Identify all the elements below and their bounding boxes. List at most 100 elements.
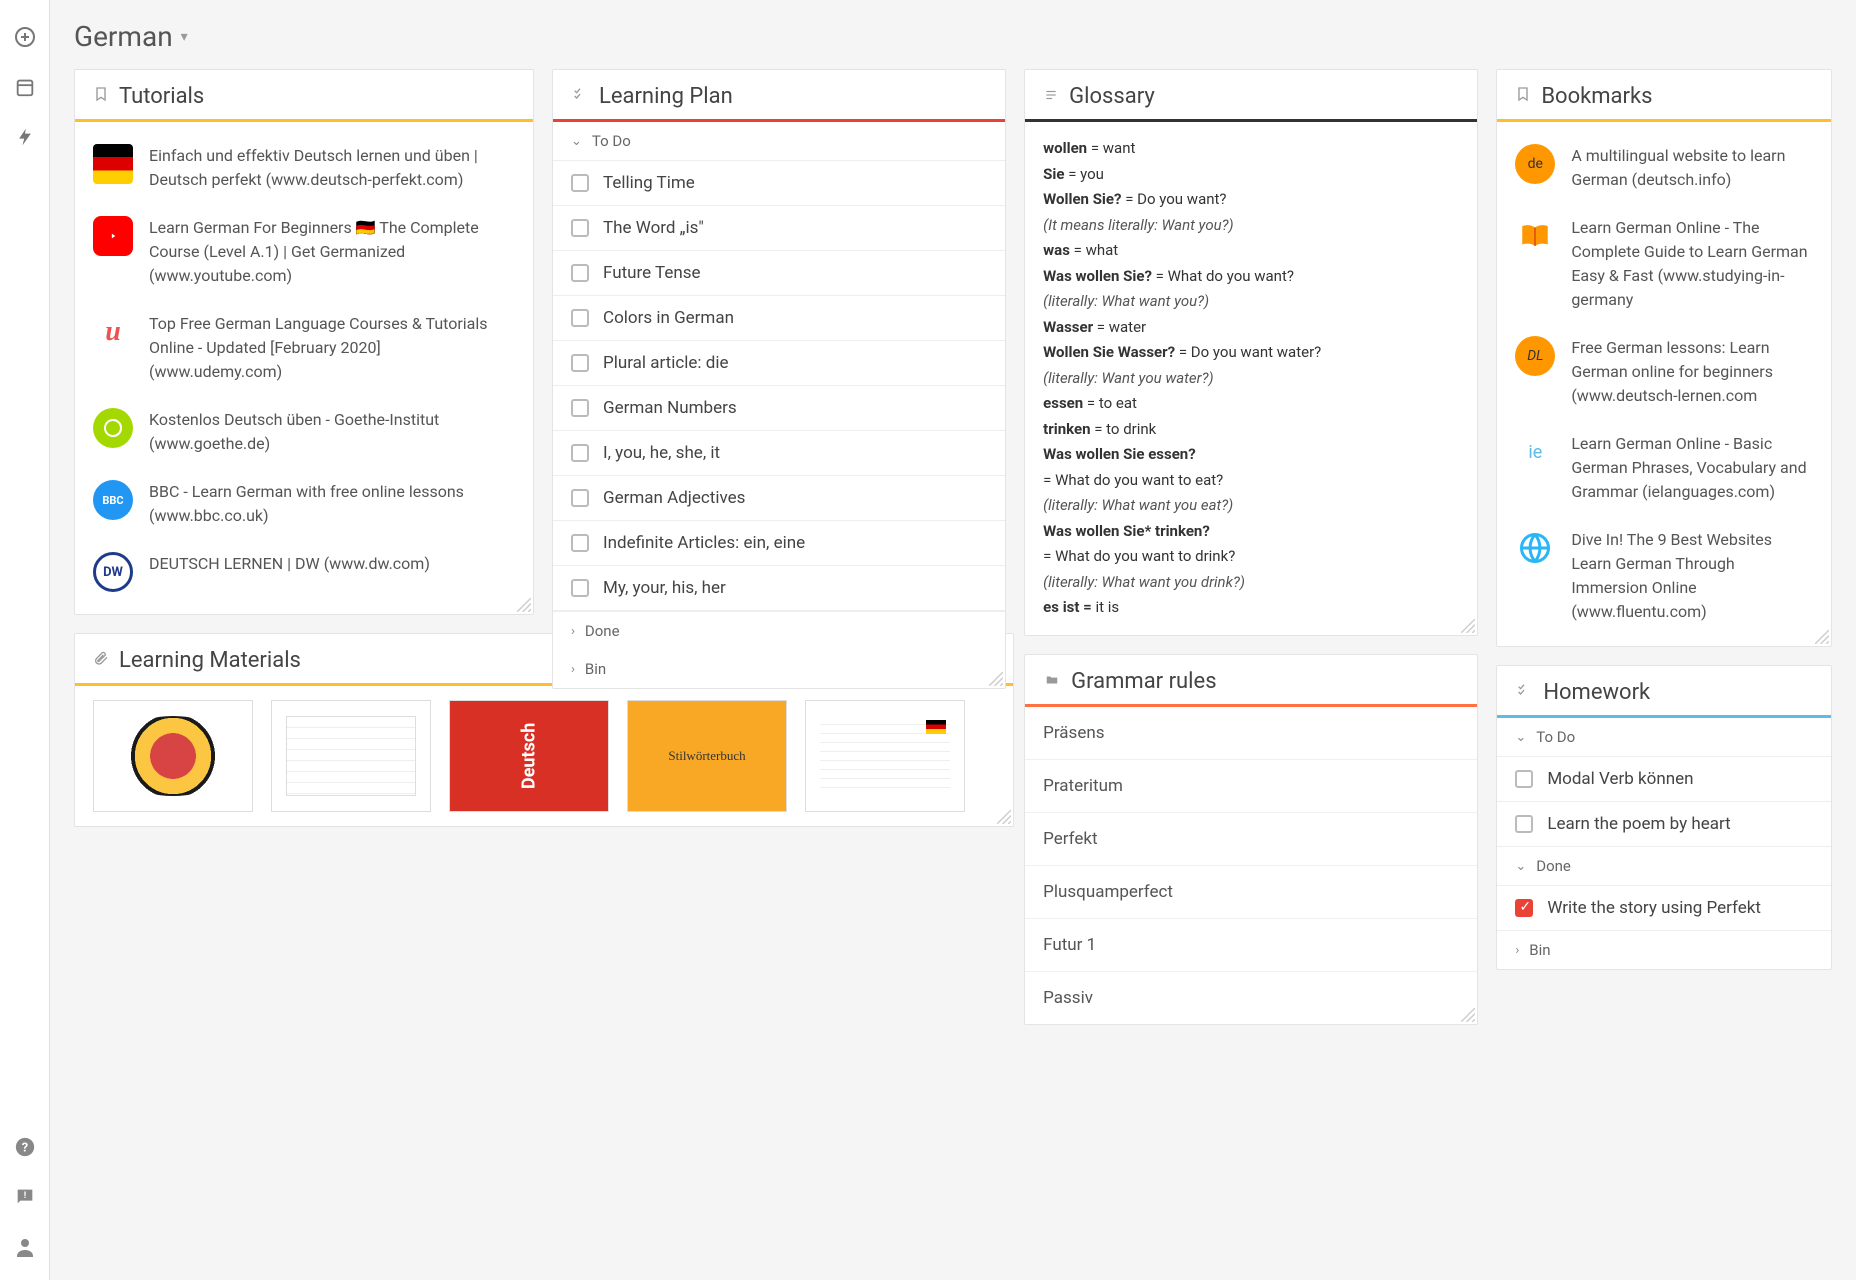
task-item[interactable]: Plural article: die	[553, 340, 1005, 385]
task-item[interactable]: German Adjectives	[553, 475, 1005, 520]
folder-icon	[1043, 671, 1061, 692]
site-icon: ie	[1515, 432, 1555, 472]
germany-flag-icon	[93, 144, 133, 184]
bookmark-item[interactable]: Learn German Online - The Complete Guide…	[1497, 204, 1831, 324]
checkbox[interactable]	[571, 354, 589, 372]
task-item[interactable]: The Word „is"	[553, 205, 1005, 250]
left-sidebar: ? !	[0, 0, 50, 1280]
tutorial-item[interactable]: Einfach und effektiv Deutsch lernen und …	[75, 132, 533, 204]
bookmark-item[interactable]: ie Learn German Online - Basic German Ph…	[1497, 420, 1831, 516]
checkbox[interactable]	[571, 309, 589, 327]
learning-plan-title: Learning Plan	[599, 84, 733, 109]
task-item[interactable]: Future Tense	[553, 250, 1005, 295]
checkbox[interactable]	[571, 489, 589, 507]
chevron-right-icon: ›	[1515, 943, 1519, 958]
task-item[interactable]: Write the story using Perfekt	[1497, 885, 1831, 930]
material-thumbnail[interactable]	[93, 700, 253, 812]
task-item[interactable]: Learn the poem by heart	[1497, 801, 1831, 846]
tutorial-item[interactable]: u Top Free German Language Courses & Tut…	[75, 300, 533, 396]
task-item[interactable]: Indefinite Articles: ein, eine	[553, 520, 1005, 565]
goethe-icon	[93, 408, 133, 448]
bookmark-icon	[1515, 85, 1531, 108]
grammar-card: Grammar rules PräsensPrateritumPerfektPl…	[1024, 654, 1478, 1025]
homework-title: Homework	[1543, 680, 1650, 705]
learning-plan-card: Learning Plan ⌄ To Do Telling TimeThe Wo…	[552, 69, 1006, 689]
tutorial-item[interactable]: Kostenlos Deutsch üben - Goethe-Institut…	[75, 396, 533, 468]
youtube-icon	[93, 216, 133, 256]
svg-text:!: !	[23, 1191, 25, 1201]
materials-title: Learning Materials	[119, 648, 301, 673]
page-title-dropdown-icon[interactable]: ▾	[181, 29, 188, 45]
checklist-icon	[571, 86, 589, 107]
chevron-down-icon: ⌄	[1515, 859, 1526, 874]
checkbox[interactable]	[571, 264, 589, 282]
task-item[interactable]: Colors in German	[553, 295, 1005, 340]
page-title[interactable]: German	[74, 20, 173, 53]
tutorial-item[interactable]: DW DEUTSCH LERNEN | DW (www.dw.com)	[75, 540, 533, 604]
material-thumbnail[interactable]	[805, 700, 965, 812]
site-icon: de	[1515, 144, 1555, 184]
bookmark-item[interactable]: Dive In! The 9 Best Websites Learn Germa…	[1497, 516, 1831, 636]
udemy-icon: u	[93, 312, 133, 352]
add-icon[interactable]	[12, 24, 38, 50]
glossary-title: Glossary	[1069, 84, 1155, 109]
account-icon[interactable]	[12, 1234, 38, 1260]
material-thumbnail[interactable]: Stilwörterbuch	[627, 700, 787, 812]
grammar-item[interactable]: Passiv	[1025, 971, 1477, 1024]
section-bin[interactable]: › Bin	[553, 650, 1005, 688]
section-bin[interactable]: › Bin	[1497, 930, 1831, 969]
tutorials-title: Tutorials	[119, 84, 204, 109]
checkbox[interactable]	[1515, 770, 1533, 788]
grammar-item[interactable]: Perfekt	[1025, 812, 1477, 865]
main-content: German ▾ Tutorials Ei	[50, 0, 1856, 1280]
book-icon	[1515, 216, 1555, 256]
bookmarks-title: Bookmarks	[1541, 84, 1652, 109]
grammar-item[interactable]: Futur 1	[1025, 918, 1477, 971]
glossary-card: Glossary wollen = wantSie = youWollen Si…	[1024, 69, 1478, 636]
dw-icon: DW	[93, 552, 133, 592]
checkbox[interactable]	[571, 174, 589, 192]
grammar-item[interactable]: Präsens	[1025, 707, 1477, 759]
section-done[interactable]: ⌄ Done	[1497, 846, 1831, 885]
bookmark-item[interactable]: de A multilingual website to learn Germa…	[1497, 132, 1831, 204]
tutorial-item[interactable]: Learn German For Beginners 🇩🇪 The Comple…	[75, 204, 533, 300]
bookmark-item[interactable]: DL Free German lessons: Learn German onl…	[1497, 324, 1831, 420]
section-done[interactable]: › Done	[553, 611, 1005, 650]
note-icon	[1043, 86, 1059, 107]
task-item[interactable]: Modal Verb können	[1497, 756, 1831, 801]
checkbox[interactable]	[571, 534, 589, 552]
task-item[interactable]: My, your, his, her	[553, 565, 1005, 611]
checklist-icon	[1515, 682, 1533, 703]
bbc-icon: BBC	[93, 480, 133, 520]
bookmark-icon	[93, 85, 109, 108]
svg-text:?: ?	[21, 1141, 27, 1156]
checkbox[interactable]	[571, 444, 589, 462]
chevron-right-icon: ›	[571, 624, 575, 639]
homework-card: Homework ⌄ To Do Modal Verb können Learn…	[1496, 665, 1832, 970]
checkbox[interactable]	[571, 219, 589, 237]
tutorial-item[interactable]: BBC BBC - Learn German with free online …	[75, 468, 533, 540]
help-icon[interactable]: ?	[12, 1134, 38, 1160]
checkbox[interactable]	[571, 579, 589, 597]
checkbox[interactable]	[1515, 815, 1533, 833]
attachment-icon	[93, 649, 109, 672]
feedback-icon[interactable]: !	[12, 1184, 38, 1210]
material-thumbnail[interactable]: Deutsch	[449, 700, 609, 812]
material-thumbnail[interactable]	[271, 700, 431, 812]
task-item[interactable]: I, you, he, she, it	[553, 430, 1005, 475]
chevron-down-icon: ⌄	[571, 134, 582, 149]
task-item[interactable]: German Numbers	[553, 385, 1005, 430]
task-item[interactable]: Telling Time	[553, 160, 1005, 205]
checkbox[interactable]	[571, 399, 589, 417]
bolt-icon[interactable]	[12, 124, 38, 150]
chevron-right-icon: ›	[571, 662, 575, 677]
checkbox-checked[interactable]	[1515, 899, 1533, 917]
section-todo[interactable]: ⌄ To Do	[1497, 718, 1831, 756]
section-todo[interactable]: ⌄ To Do	[553, 122, 1005, 160]
calendar-icon[interactable]	[12, 74, 38, 100]
grammar-item[interactable]: Plusquamperfect	[1025, 865, 1477, 918]
globe-icon	[1515, 528, 1555, 568]
glossary-content: wollen = wantSie = youWollen Sie? = Do y…	[1025, 122, 1477, 635]
chevron-down-icon: ⌄	[1515, 730, 1526, 745]
grammar-item[interactable]: Prateritum	[1025, 759, 1477, 812]
